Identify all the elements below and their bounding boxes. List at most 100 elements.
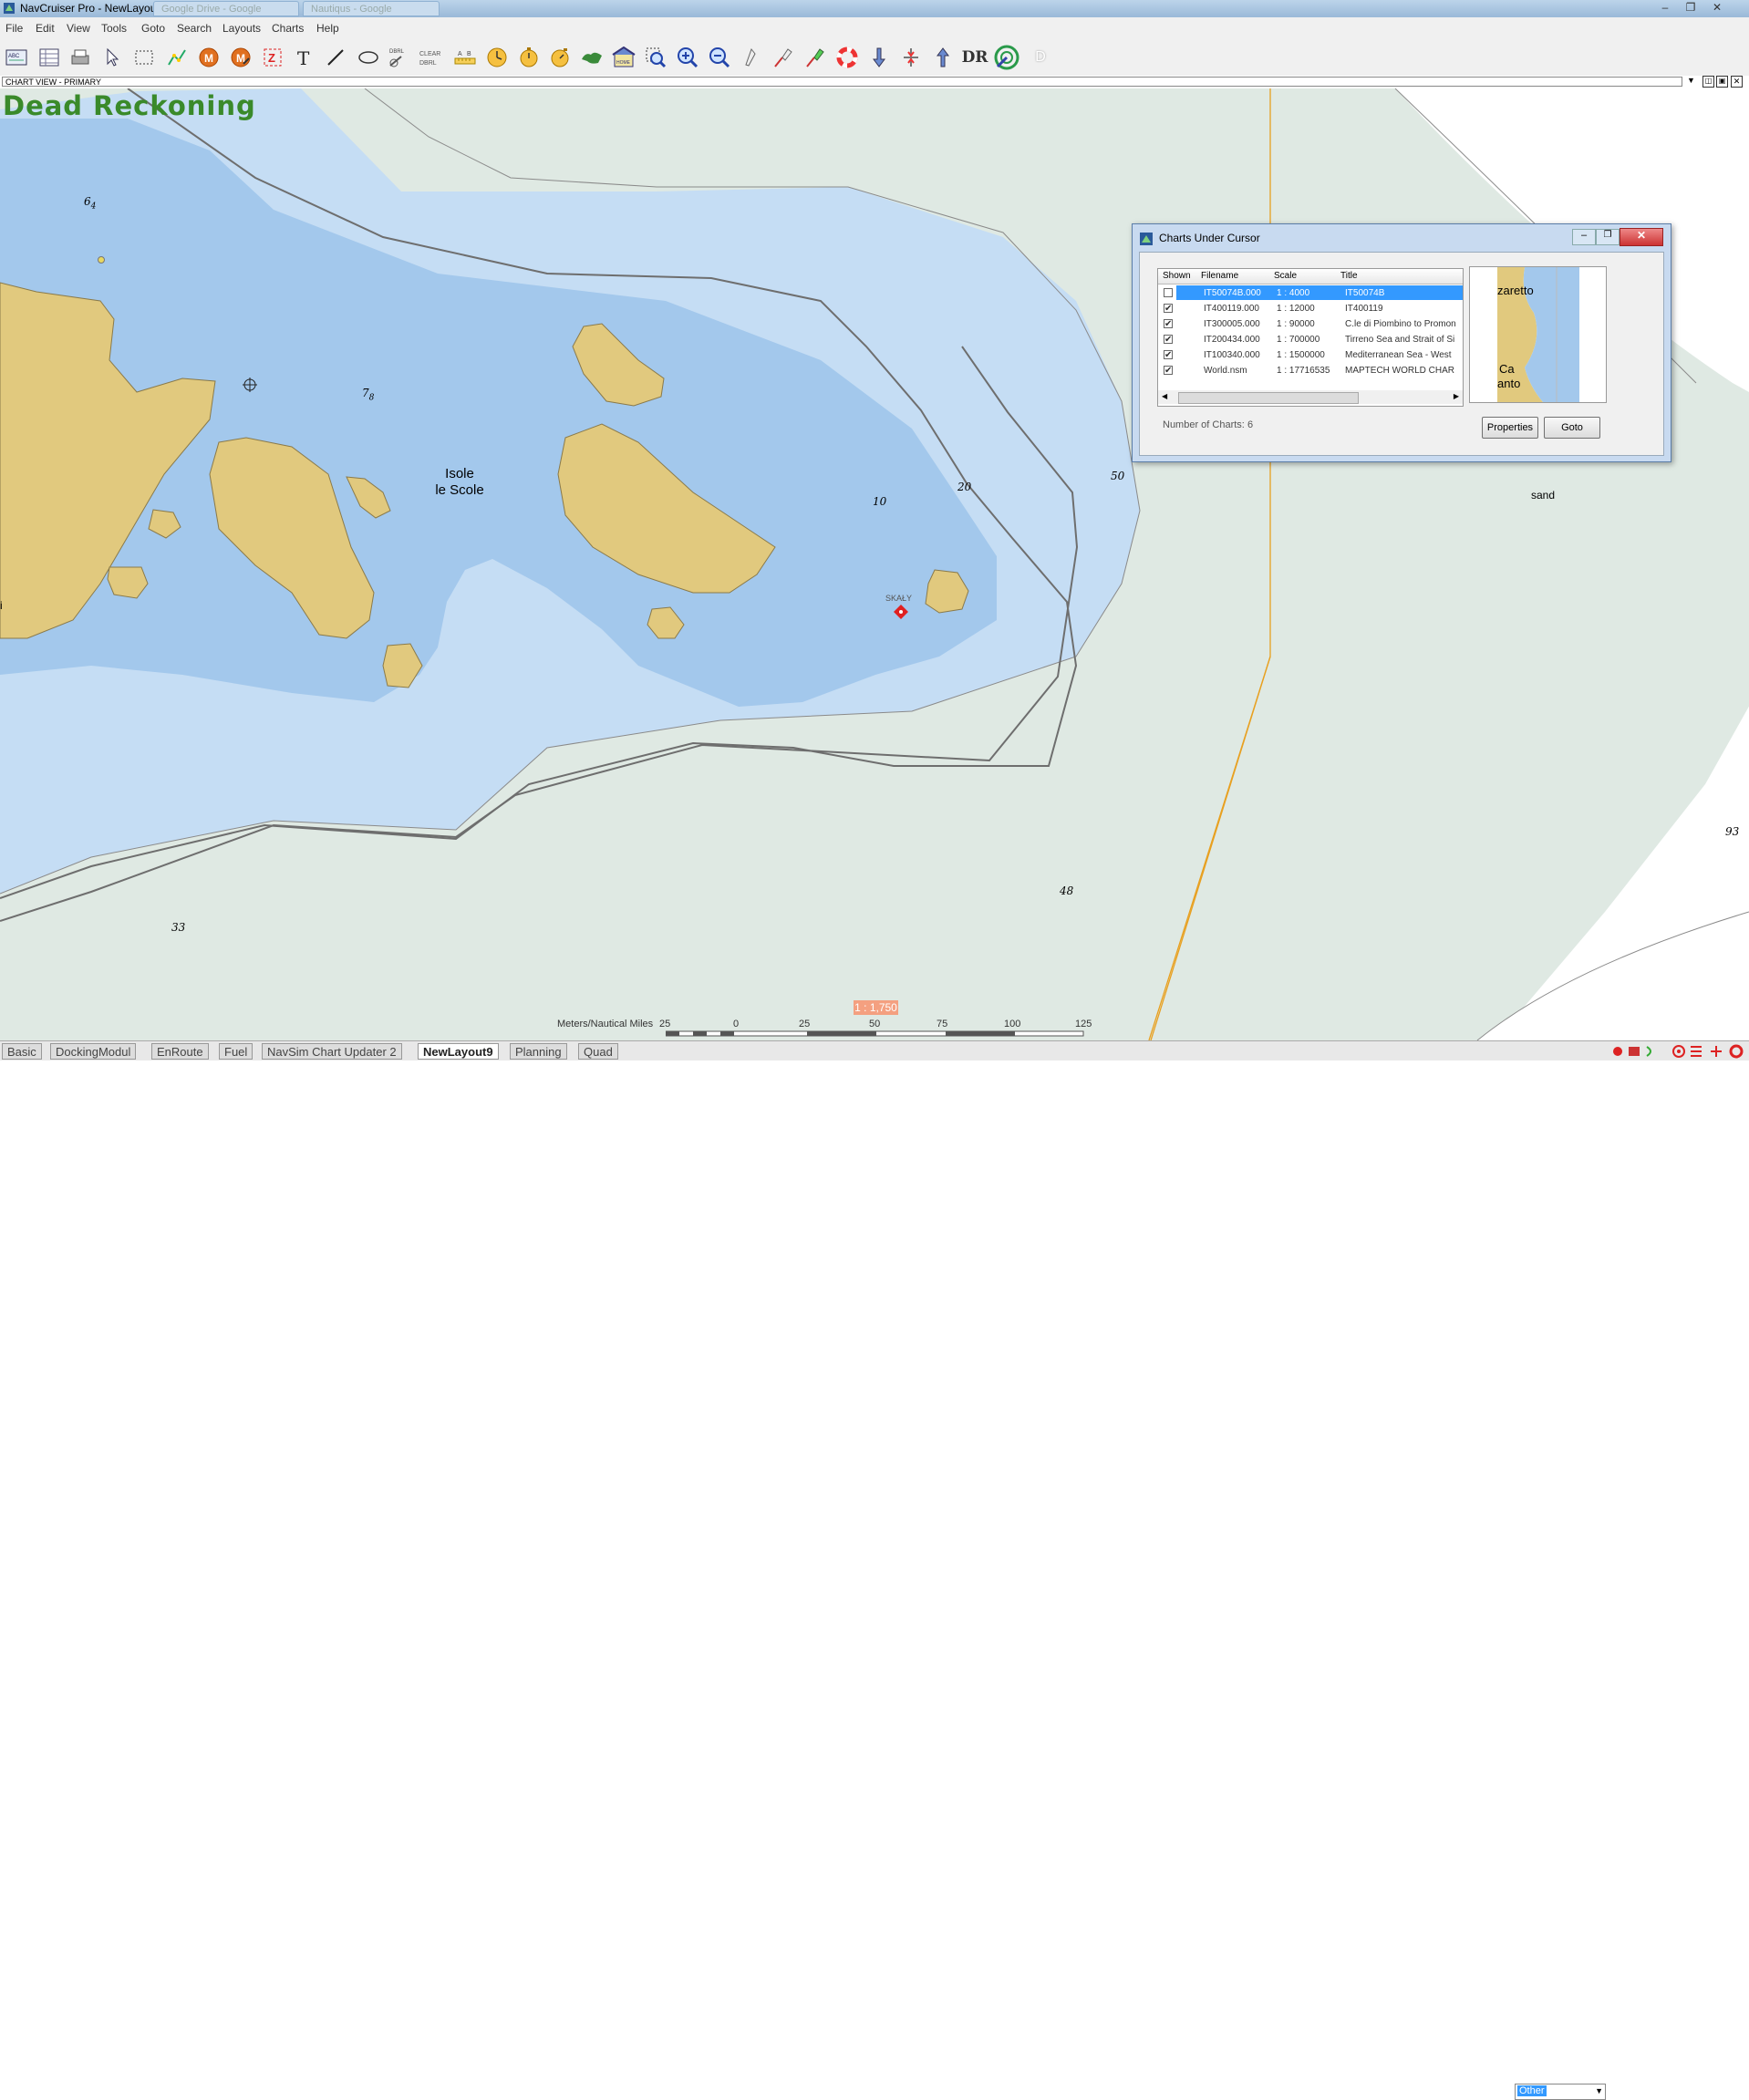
menu-help[interactable]: Help [316,22,339,35]
mark-edit-icon[interactable]: M [228,45,254,70]
depth-sounding: 93 [1725,825,1740,838]
layout-tab[interactable]: NavSim Chart Updater 2 [262,1043,402,1060]
minimize-icon[interactable]: – [1655,1,1675,15]
radar-icon[interactable] [994,45,1019,70]
menu-edit[interactable]: Edit [36,22,55,35]
shown-checkbox[interactable]: ✔ [1164,366,1173,376]
d-button[interactable]: D [1028,45,1053,70]
timer-stop-icon[interactable] [547,45,573,70]
menu-goto[interactable]: Goto [141,22,165,35]
clear-dbrl-icon[interactable]: CLEAR DBRL [419,45,444,70]
dr-button[interactable]: DR [962,45,988,70]
vessel-icon[interactable] [739,45,764,70]
restore-icon[interactable]: ❐ [1681,1,1701,15]
column-header[interactable]: Shown [1163,271,1191,281]
close-icon[interactable]: ✕ [1620,228,1663,246]
shown-checkbox[interactable] [1164,288,1173,297]
restore-icon[interactable]: ❐ [1596,229,1620,245]
select-rect-icon[interactable] [131,45,157,70]
close-icon[interactable]: ✕ [1707,1,1727,15]
zoom-out-icon[interactable] [707,45,732,70]
route-icon[interactable] [164,45,190,70]
scale-tick: 100 [1004,1019,1021,1029]
dbrl-icon[interactable]: DBRL [387,45,412,70]
column-header[interactable]: Scale [1274,271,1297,281]
table-row[interactable]: ✔ IT400119.000 1 : 12000 IT400119 [1158,301,1463,316]
background-tab[interactable]: Google Drive - Google [153,1,299,16]
shown-checkbox[interactable]: ✔ [1164,304,1173,314]
column-header[interactable]: Title [1340,271,1358,281]
line-icon[interactable] [323,45,348,70]
zoom-region-icon[interactable] [643,45,668,70]
arrow-up-icon[interactable] [930,45,956,70]
shown-checkbox[interactable]: ✔ [1164,350,1173,360]
measure-icon[interactable]: AB [452,45,478,70]
table-row[interactable]: ✔ IT200434.000 1 : 700000 Tirreno Sea an… [1158,332,1463,347]
pointer-icon[interactable] [99,45,125,70]
menu-view[interactable]: View [67,22,90,35]
layout-tab[interactable]: NewLayout9 [418,1043,499,1060]
scroll-right-icon[interactable]: ▶ [1454,392,1459,400]
preview-label: zaretto [1497,284,1534,297]
scale-tick: 0 [733,1019,740,1029]
chevron-down-icon[interactable]: ▼ [1687,76,1695,85]
home-icon[interactable]: HOME [611,45,636,70]
buoy-marker [98,256,105,264]
layout-tab[interactable]: Fuel [219,1043,254,1060]
center-icon[interactable] [898,45,924,70]
mark-icon[interactable]: M [196,45,222,70]
menu-charts[interactable]: Charts [272,22,304,35]
layout-tab[interactable]: DockingModul [50,1043,137,1060]
goto-button[interactable]: Goto [1544,417,1600,439]
mode-title: Dead Reckoning [3,90,256,121]
scroll-left-icon[interactable]: ◀ [1162,392,1167,400]
app-icon [1140,233,1153,245]
maximize-view-icon[interactable]: ▣ [1716,76,1728,88]
table-row[interactable]: IT50074B.000 1 : 4000 IT50074B [1158,285,1463,301]
filename-cell: IT100340.000 [1204,350,1260,360]
shown-checkbox[interactable]: ✔ [1164,335,1173,345]
chart-count-label: Number of Charts: 6 [1163,419,1254,430]
arrow-down-icon[interactable] [866,45,892,70]
minimize-icon[interactable]: – [1572,229,1596,245]
menu-layouts[interactable]: Layouts [223,22,261,35]
background-tab[interactable]: Nautiqus - Google [303,1,440,16]
print-icon[interactable] [67,45,93,70]
zoom-in-icon[interactable] [675,45,700,70]
layout-tab[interactable]: Quad [578,1043,618,1060]
table-row[interactable]: ✔ World.nsm 1 : 17716535 MAPTECH WORLD C… [1158,363,1463,378]
text-icon[interactable]: T [292,45,317,70]
close-view-icon[interactable]: ✕ [1731,76,1743,88]
depth-sounding: 78 [362,387,375,403]
scroll-thumb[interactable] [1178,392,1359,404]
horizontal-scrollbar[interactable]: ◀ ▶ [1158,390,1463,404]
chart-view-select[interactable]: CHART VIEW - PRIMARY [2,77,1682,87]
menu-search[interactable]: Search [177,22,212,35]
scale-cell: 1 : 700000 [1277,335,1320,345]
column-header[interactable]: Filename [1201,271,1238,281]
layout-tab[interactable]: Planning [510,1043,567,1060]
table-icon[interactable] [36,45,62,70]
layout-tab[interactable]: EnRoute [151,1043,209,1060]
abc-icon[interactable]: ABC [4,45,29,70]
menu-tools[interactable]: Tools [101,22,127,35]
timer-icon[interactable] [484,45,510,70]
ellipse-icon[interactable] [356,45,381,70]
lifebuoy-icon[interactable] [834,45,860,70]
properties-button[interactable]: Properties [1482,417,1538,439]
depth-sounding: 33 [171,921,186,934]
layout-tab[interactable]: Basic [2,1043,42,1060]
timer-start-icon[interactable] [516,45,542,70]
world-icon[interactable] [579,45,605,70]
svg-text:ABC: ABC [8,54,20,59]
shown-checkbox[interactable]: ✔ [1164,319,1173,329]
zone-icon[interactable]: Z [260,45,285,70]
vessel-green-icon[interactable] [802,45,828,70]
vessel-track-icon[interactable] [771,45,796,70]
table-row[interactable]: ✔ IT100340.000 1 : 1500000 Mediterranean… [1158,347,1463,363]
mode-select[interactable]: Other ▼ [1515,2084,1606,2100]
table-row[interactable]: ✔ IT300005.000 1 : 90000 C.le di Piombin… [1158,316,1463,332]
menu-file[interactable]: File [5,22,23,35]
split-view-icon[interactable]: ◫ [1702,76,1714,88]
mode-select-value: Other [1517,2085,1547,2096]
